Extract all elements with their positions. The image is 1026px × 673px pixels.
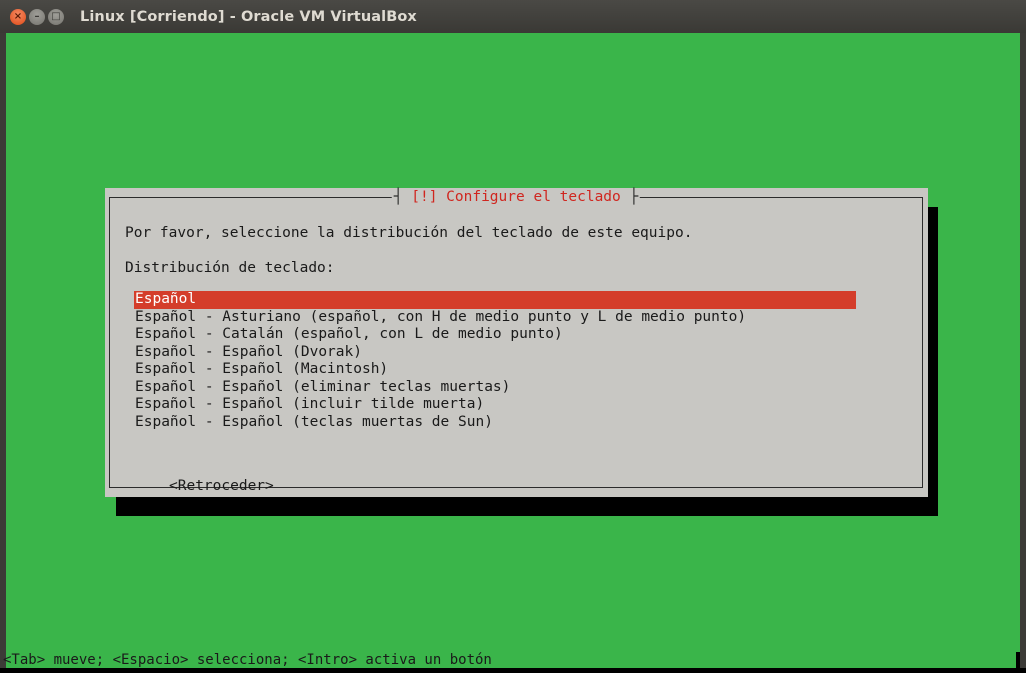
keyboard-config-dialog: ┤ [!] Configure el teclado ├ Por favor, …: [105, 188, 928, 497]
field-label: Distribución de teclado:: [125, 260, 335, 276]
list-item-selected[interactable]: Español: [134, 291, 856, 309]
list-item[interactable]: Español - Asturiano (español, con H de m…: [134, 309, 856, 327]
list-item[interactable]: Español - Catalán (español, con L de med…: [134, 326, 856, 344]
title-right-tick: ├: [620, 189, 639, 205]
window-right-edge: [1020, 33, 1026, 673]
close-icon[interactable]: ×: [10, 8, 26, 25]
maximize-icon[interactable]: □: [48, 8, 64, 25]
keyboard-layout-list[interactable]: Español Español - Asturiano (español, co…: [134, 291, 856, 431]
window-controls: × – □: [10, 8, 64, 25]
list-item[interactable]: Español - Español (teclas muertas de Sun…: [134, 414, 856, 432]
status-bar: <Tab> mueve; <Espacio> selecciona; <Intr…: [3, 651, 1021, 668]
list-item[interactable]: Español - Español (incluir tilde muerta): [134, 396, 856, 414]
minimize-icon[interactable]: –: [29, 8, 45, 25]
dialog-prompt: Por favor, seleccione la distribución de…: [125, 225, 693, 241]
title-bar[interactable]: × – □ Linux [Corriendo] - Oracle VM Virt…: [0, 0, 1026, 33]
list-item[interactable]: Español - Español (Dvorak): [134, 344, 856, 362]
list-item[interactable]: Español - Español (eliminar teclas muert…: [134, 379, 856, 397]
dialog-title: ┤ [!] Configure el teclado ├: [391, 189, 641, 206]
list-item[interactable]: Español - Español (Macintosh): [134, 361, 856, 379]
virtualbox-window: × – □ Linux [Corriendo] - Oracle VM Virt…: [0, 0, 1026, 673]
dialog-title-text: [!] Configure el teclado: [411, 189, 621, 205]
back-button[interactable]: <Retroceder>: [169, 478, 274, 495]
window-bottom-edge: [0, 668, 1026, 673]
status-help-text: <Tab> mueve; <Espacio> selecciona; <Intr…: [3, 652, 492, 668]
vm-screen[interactable]: ┤ [!] Configure el teclado ├ Por favor, …: [3, 33, 1021, 668]
window-title: Linux [Corriendo] - Oracle VM VirtualBox: [80, 8, 417, 25]
title-left-tick: ┤: [393, 189, 412, 205]
